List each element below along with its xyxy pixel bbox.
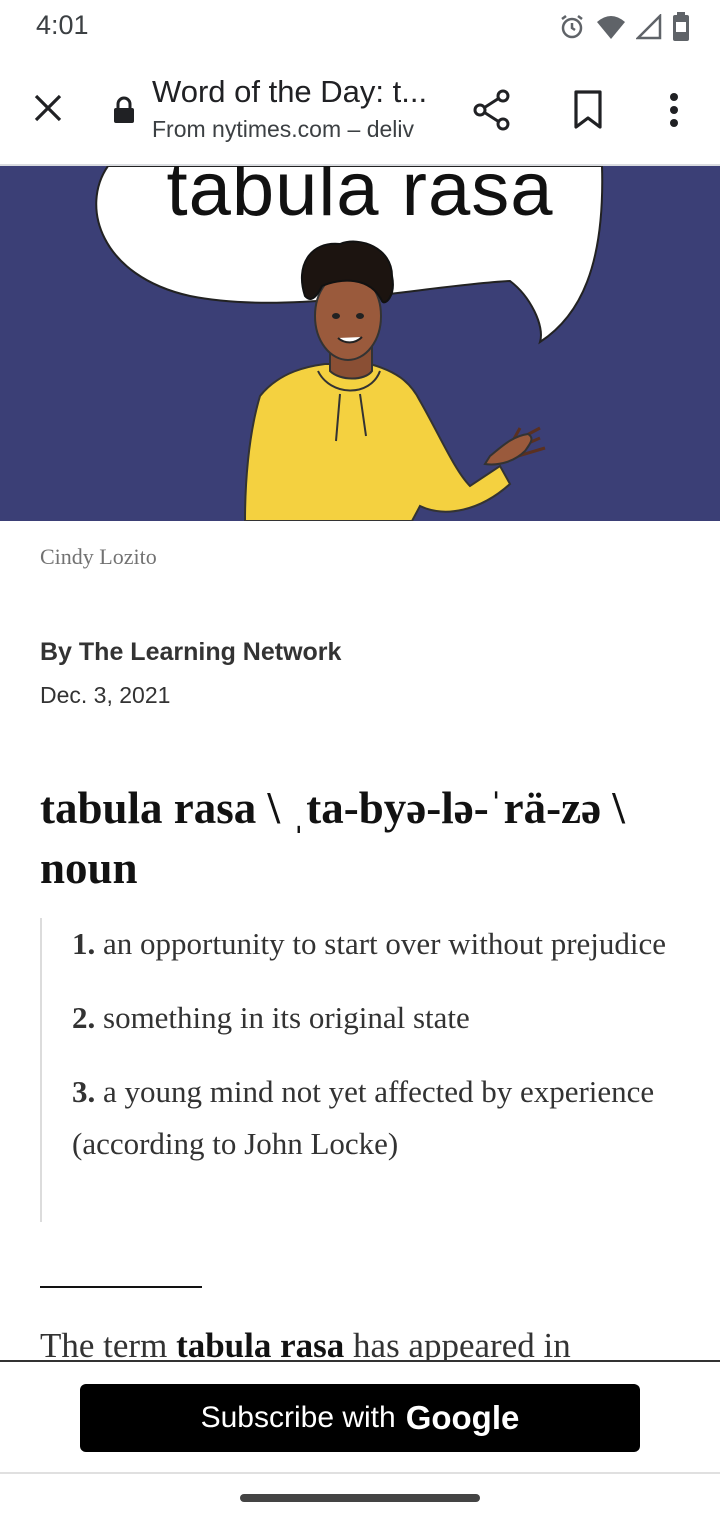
body-text-suffix: has appeared in: [344, 1326, 571, 1360]
custom-tab-toolbar: Word of the Day: t... From nytimes.com –…: [0, 56, 720, 166]
share-icon: [472, 88, 512, 137]
overflow-menu-button[interactable]: [648, 84, 700, 140]
lock-icon[interactable]: [112, 96, 136, 124]
close-icon: [33, 93, 63, 128]
definition-list: 1. an opportunity to start over without …: [40, 918, 680, 1222]
status-bar: 4:01: [0, 0, 720, 56]
status-time: 4:01: [36, 10, 89, 40]
google-wordmark: Google: [405, 1399, 520, 1436]
definition-item: 1. an opportunity to start over without …: [72, 918, 680, 970]
definition-text: an opportunity to start over without pre…: [103, 926, 667, 961]
subscribe-with-google-button[interactable]: Subscribe with Google: [80, 1384, 640, 1452]
page-origin: From nytimes.com – deliv: [152, 116, 415, 142]
hero-word: tabula rasa: [166, 166, 554, 232]
url-bar[interactable]: Word of the Day: t... From nytimes.com –…: [152, 74, 432, 143]
image-caption: Cindy Lozito: [40, 544, 157, 569]
body-text-prefix: The term: [40, 1326, 177, 1360]
bookmark-button[interactable]: [560, 84, 616, 140]
close-button[interactable]: [20, 82, 76, 138]
definition-text: a young mind not yet affected by experie…: [72, 1074, 655, 1161]
definition-number: 1.: [72, 926, 96, 961]
definition-number: 3.: [72, 1074, 96, 1109]
share-button[interactable]: [464, 84, 520, 140]
definition-item: 2. something in its original state: [72, 992, 680, 1044]
bookmark-icon: [573, 89, 603, 135]
home-gesture-handle[interactable]: [240, 1494, 480, 1502]
definition-item: 3. a young mind not yet affected by expe…: [72, 1066, 680, 1170]
alarm-icon: [558, 13, 586, 41]
status-icons: [558, 10, 690, 44]
article-body-paragraph: The term tabula rasa has appeared in: [40, 1318, 700, 1360]
battery-icon: [672, 12, 690, 42]
subscribe-label: Subscribe with: [200, 1401, 396, 1434]
page-title: Word of the Day: t...: [152, 74, 428, 109]
headword: tabula rasa \ ˌta-byə-lə-ˈrä-zə \ noun: [40, 783, 625, 893]
byline[interactable]: By The Learning Network: [40, 638, 341, 667]
wifi-icon: [596, 14, 626, 40]
cellular-icon: [636, 14, 662, 40]
body-text-term: tabula rasa: [176, 1326, 345, 1360]
definition-number: 2.: [72, 1000, 96, 1035]
publish-date: Dec. 3, 2021: [40, 682, 171, 708]
section-divider: [40, 1286, 202, 1288]
subscribe-bar: Subscribe with Google: [0, 1360, 720, 1474]
definition-text: something in its original state: [103, 1000, 470, 1035]
hero-illustration: tabula rasa: [0, 166, 720, 521]
more-vert-icon: [668, 92, 680, 133]
gesture-nav-area: [0, 1472, 720, 1522]
